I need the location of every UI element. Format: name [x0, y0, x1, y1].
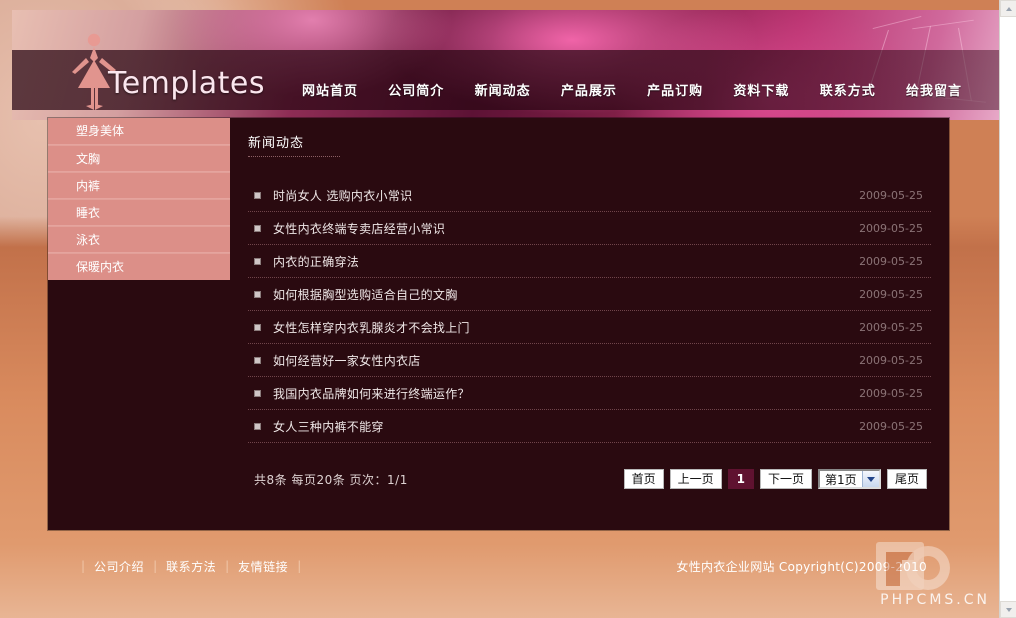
- hanger-bar-icon: [912, 19, 974, 30]
- site-banner: Templates 网站首页 公司简介 新闻动态 产品展示 产品订购 资料下载 …: [12, 10, 999, 120]
- news-date: 2009-05-25: [859, 254, 923, 268]
- content-area: 新闻动态 时尚女人 选购内衣小常识 2009-05-25 女性内衣终端专卖店经营…: [230, 118, 949, 530]
- footer-links: | 公司介绍 | 联系方法 | 友情链接 |: [72, 558, 310, 575]
- news-title-link[interactable]: 女性怎样穿内衣乳腺炎才不会找上门: [273, 319, 859, 336]
- sidebar: 塑身美体 文胸 内裤 睡衣 泳衣 保暖内衣: [48, 118, 230, 530]
- chevron-down-icon[interactable]: [861, 471, 879, 487]
- news-row[interactable]: 女性内衣终端专卖店经营小常识 2009-05-25: [248, 212, 931, 245]
- bullet-square-icon: [254, 191, 261, 199]
- nav-item-home[interactable]: 网站首页: [302, 80, 358, 99]
- news-row[interactable]: 内衣的正确穿法 2009-05-25: [248, 245, 931, 278]
- pagination-buttons: 首页 上一页 1 下一页 第1页 尾页: [623, 469, 927, 489]
- footer-separator: |: [297, 559, 302, 573]
- news-list: 时尚女人 选购内衣小常识 2009-05-25 女性内衣终端专卖店经营小常识 2…: [248, 179, 931, 443]
- pagination-first-button[interactable]: 首页: [623, 469, 664, 489]
- site-logo: Templates: [108, 66, 266, 101]
- pagination-last-button[interactable]: 尾页: [886, 469, 927, 489]
- nav-item-downloads[interactable]: 资料下载: [733, 80, 789, 99]
- bullet-square-icon: [254, 323, 261, 331]
- news-row[interactable]: 时尚女人 选购内衣小常识 2009-05-25: [248, 179, 931, 212]
- sidebar-item-sleepwear[interactable]: 睡衣: [48, 199, 230, 226]
- news-title-link[interactable]: 女人三种内裤不能穿: [273, 418, 859, 435]
- footer-separator: |: [81, 559, 86, 573]
- scroll-up-button[interactable]: [1000, 0, 1016, 17]
- footer-link-about[interactable]: 公司介绍: [94, 558, 144, 575]
- page-root: Templates 网站首页 公司简介 新闻动态 产品展示 产品订购 资料下载 …: [0, 0, 1016, 618]
- news-date: 2009-05-25: [859, 353, 923, 367]
- bullet-square-icon: [254, 257, 261, 265]
- page-select-dropdown[interactable]: 第1页: [817, 469, 881, 489]
- site-footer: | 公司介绍 | 联系方法 | 友情链接 | 女性内衣企业网站 Copyrigh…: [48, 540, 949, 592]
- pagination: 共8条 每页20条 页次：1/1 首页 上一页 1 下一页 第1页 尾页: [248, 469, 931, 489]
- news-title-link[interactable]: 我国内衣品牌如何来进行终端运作？: [273, 385, 859, 402]
- news-row[interactable]: 如何经营好一家女性内衣店 2009-05-25: [248, 344, 931, 377]
- page-select-value: 第1页: [819, 471, 862, 487]
- sidebar-item-shapewear[interactable]: 塑身美体: [48, 118, 230, 145]
- pagination-next-button[interactable]: 下一页: [759, 469, 812, 489]
- bullet-square-icon: [254, 422, 261, 430]
- footer-separator: |: [225, 559, 230, 573]
- news-date: 2009-05-25: [859, 320, 923, 334]
- footer-link-contact[interactable]: 联系方法: [166, 558, 216, 575]
- bullet-square-icon: [254, 356, 261, 364]
- bullet-square-icon: [254, 389, 261, 397]
- pagination-page-1[interactable]: 1: [727, 469, 754, 489]
- nav-item-news[interactable]: 新闻动态: [475, 80, 531, 99]
- footer-separator: |: [153, 559, 158, 573]
- nav-item-about[interactable]: 公司简介: [388, 80, 444, 99]
- news-date: 2009-05-25: [859, 287, 923, 301]
- news-date: 2009-05-25: [859, 419, 923, 433]
- bullet-square-icon: [254, 224, 261, 232]
- copyright-text: 女性内衣企业网站 Copyright(C)2009-2010: [676, 559, 927, 574]
- watermark-text: PHPCMS.CN: [880, 592, 990, 608]
- news-row[interactable]: 女人三种内裤不能穿 2009-05-25: [248, 410, 931, 443]
- nav-item-message[interactable]: 给我留言: [906, 80, 962, 99]
- news-date: 2009-05-25: [859, 221, 923, 235]
- pagination-status: 共8条 每页20条 页次：1/1: [254, 472, 408, 487]
- bullet-square-icon: [254, 290, 261, 298]
- vertical-scrollbar[interactable]: [999, 0, 1016, 618]
- sidebar-item-swimwear[interactable]: 泳衣: [48, 226, 230, 253]
- nav-item-contact[interactable]: 联系方式: [820, 80, 876, 99]
- news-row[interactable]: 如何根据胸型选购适合自己的文胸 2009-05-25: [248, 278, 931, 311]
- news-title-link[interactable]: 女性内衣终端专卖店经营小常识: [273, 220, 859, 237]
- news-title-link[interactable]: 如何根据胸型选购适合自己的文胸: [273, 286, 859, 303]
- main-nav: 网站首页 公司简介 新闻动态 产品展示 产品订购 资料下载 联系方式 给我留言: [302, 80, 962, 99]
- section-title: 新闻动态: [248, 132, 341, 157]
- footer-link-friendlinks[interactable]: 友情链接: [238, 558, 288, 575]
- news-title-link[interactable]: 内衣的正确穿法: [273, 253, 859, 270]
- news-date: 2009-05-25: [859, 188, 923, 202]
- pagination-prev-button[interactable]: 上一页: [669, 469, 722, 489]
- news-row[interactable]: 女性怎样穿内衣乳腺炎才不会找上门 2009-05-25: [248, 311, 931, 344]
- nav-item-products[interactable]: 产品展示: [561, 80, 617, 99]
- scroll-down-button[interactable]: [1000, 601, 1016, 618]
- main-shell: 塑身美体 文胸 内裤 睡衣 泳衣 保暖内衣 新闻动态 时尚女人 选购内衣小常识 …: [48, 118, 949, 530]
- sidebar-item-bra[interactable]: 文胸: [48, 145, 230, 172]
- news-title-link[interactable]: 如何经营好一家女性内衣店: [273, 352, 859, 369]
- sidebar-item-underwear[interactable]: 内裤: [48, 172, 230, 199]
- news-title-link[interactable]: 时尚女人 选购内衣小常识: [273, 187, 859, 204]
- sidebar-item-thermal[interactable]: 保暖内衣: [48, 253, 230, 280]
- nav-item-order[interactable]: 产品订购: [647, 80, 703, 99]
- news-row[interactable]: 我国内衣品牌如何来进行终端运作？ 2009-05-25: [248, 377, 931, 410]
- news-date: 2009-05-25: [859, 386, 923, 400]
